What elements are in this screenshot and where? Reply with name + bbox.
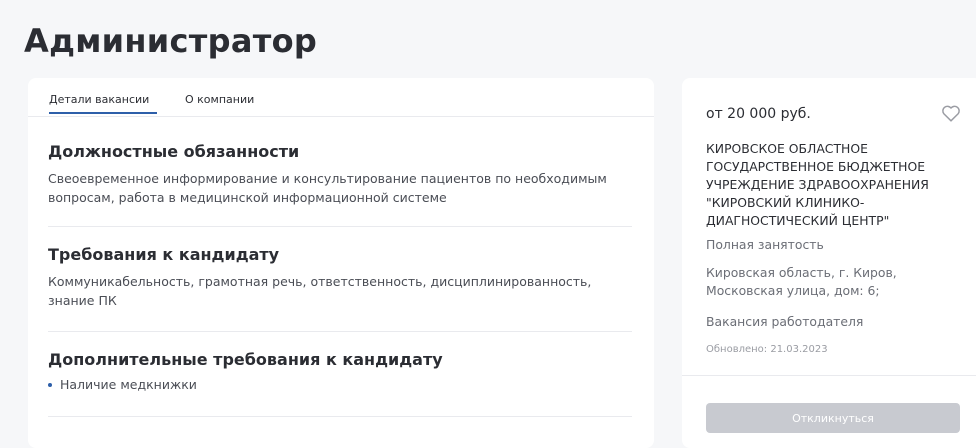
divider — [48, 331, 632, 332]
vacancy-summary-card: от 20 000 руб. КИРОВСКОЕ ОБЛАСТНОЕ ГОСУД… — [682, 78, 976, 448]
requirements-section: Требования к кандидату Коммуникабельност… — [48, 245, 632, 310]
divider — [48, 226, 632, 227]
employer-name[interactable]: КИРОВСКОЕ ОБЛАСТНОЕ ГОСУДАРСТВЕННОЕ БЮДЖ… — [706, 140, 976, 230]
requirements-text: Коммуникабельность, грамотная речь, отве… — [48, 274, 592, 308]
duties-heading: Должностные обязанности — [48, 142, 300, 161]
duties-text: Свеоевременное информирование и консульт… — [48, 171, 607, 205]
respond-button[interactable]: Откликнуться — [706, 403, 960, 433]
list-item-text: Наличие медкнижки — [60, 377, 197, 392]
vacancy-details-card: Детали вакансии О компании Должностные о… — [28, 78, 654, 448]
tab-vacancy-details[interactable]: Детали вакансии — [49, 93, 149, 106]
divider — [682, 375, 976, 376]
salary: от 20 000 руб. — [706, 106, 811, 122]
additional-requirements-heading: Дополнительные требования к кандидату — [48, 350, 443, 369]
updated-date: Обновлено: 21.03.2023 — [706, 344, 828, 355]
tabs-bar: Детали вакансии О компании — [28, 78, 654, 117]
tab-about-company[interactable]: О компании — [185, 93, 254, 106]
vacancy-source: Вакансия работодателя — [706, 314, 864, 329]
additional-requirements-section: Дополнительные требования к кандидату На… — [48, 350, 632, 392]
active-tab-indicator — [49, 112, 157, 114]
address: Кировская область, г. Киров, Московская … — [706, 265, 897, 298]
requirements-heading: Требования к кандидату — [48, 245, 280, 264]
employment-type: Полная занятость — [706, 237, 824, 252]
divider — [48, 416, 632, 417]
list-item: Наличие медкнижки — [48, 377, 632, 392]
page-title: Администратор — [24, 22, 318, 60]
heart-icon[interactable] — [940, 102, 962, 124]
additional-requirements-list: Наличие медкнижки — [48, 377, 632, 392]
duties-section: Должностные обязанности Свеоевременное и… — [48, 142, 632, 207]
bullet-icon — [48, 383, 52, 387]
